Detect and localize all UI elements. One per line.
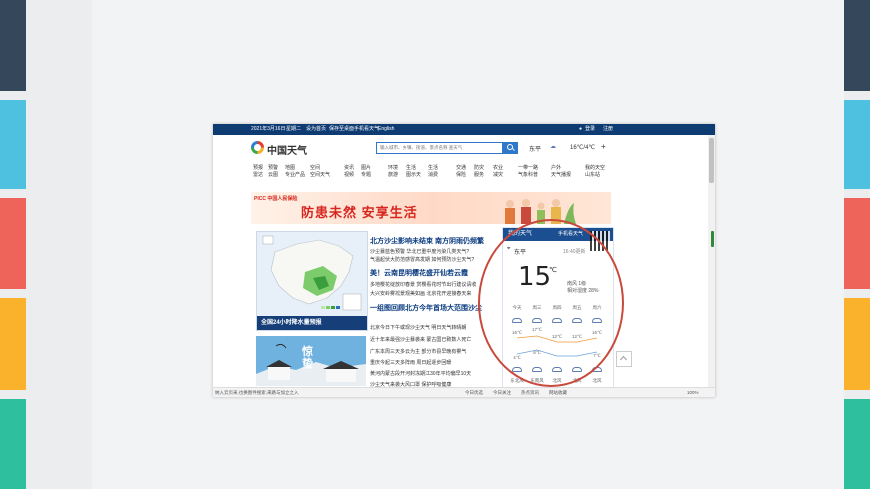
news-item[interactable]: 沙尘暴蓝色预警 华北已重中度污染几类天气?	[370, 248, 469, 255]
header-temperature: 16℃/4℃	[570, 145, 596, 151]
nav-item[interactable]: 图片 专题	[361, 165, 371, 179]
nav-item[interactable]: 一带一路 气象科普	[518, 165, 538, 179]
left-red-block	[0, 198, 26, 289]
set-home-link[interactable]: 设为首页	[306, 124, 326, 135]
nav-item[interactable]: 防灾 服务	[474, 165, 484, 179]
mobile-weather-link[interactable]: 手机看天气	[354, 124, 379, 135]
nav-item[interactable]: 资讯 视频	[344, 165, 354, 179]
wind-direction: 北风	[592, 378, 602, 383]
news-item[interactable]: 黄河内蒙古段开河封冻期江30年平均偏早10天	[370, 370, 471, 377]
cloud-icon: ☁	[550, 144, 556, 150]
browser-window: 2021年3月16日 星期二 设为首页 保存至桌面 手机看天气 English …	[213, 124, 715, 397]
nav-item[interactable]: 交通 保险	[456, 165, 466, 179]
city-search-input[interactable]	[376, 142, 503, 154]
nav-item[interactable]: 环境 旅游	[388, 165, 398, 179]
map-caption: 全国24小时降水量预报	[257, 316, 367, 330]
news-item[interactable]: 重庆今起三天多阵雨 周日起逐步回暖	[370, 359, 451, 366]
page-side-handle[interactable]	[711, 231, 714, 247]
nav-item[interactable]: 我的天空 山东站	[585, 165, 605, 179]
news-item[interactable]: 广东本周三天多云为主 部分市县早晚有雾气	[370, 348, 466, 355]
left-navy-block	[0, 0, 26, 91]
banner-slogan: 防患未然 安享生活	[301, 205, 418, 220]
nav-item[interactable]: 户外 天气播报	[551, 165, 571, 179]
status-text: 纳入云页采,也换图件搜索,来路与加立之入	[215, 390, 299, 395]
register-link[interactable]: 注册	[603, 124, 613, 135]
save-desktop-link[interactable]: 保存至桌面	[329, 124, 354, 135]
nav-item[interactable]: 生活 消费	[428, 165, 438, 179]
site-logo-text[interactable]: 中国天气	[267, 142, 307, 157]
user-icon[interactable]: ●	[579, 124, 582, 135]
highlight-circle	[478, 219, 624, 387]
status-item[interactable]: 今日关注	[493, 388, 511, 397]
right-orange-block	[844, 298, 870, 390]
login-link[interactable]: 登录	[585, 124, 595, 135]
left-teal-block	[0, 399, 26, 489]
site-header: 中国天气 东平 ☁ 16℃/4℃ + 预报 雷达 预警 云图 地图 专业产品 空…	[213, 135, 715, 187]
weekday-text: 星期二	[286, 126, 302, 132]
right-red-block	[844, 198, 870, 289]
scrollbar-thumb[interactable]	[709, 138, 714, 183]
page-scrollbar[interactable]	[708, 135, 715, 387]
nav-item[interactable]: 预警 云图	[268, 165, 278, 179]
date-text: 2021年3月16日	[251, 126, 286, 132]
add-city-button[interactable]: +	[601, 142, 606, 151]
right-navy-block	[844, 0, 870, 91]
current-city[interactable]: 东平	[529, 144, 541, 153]
search-button[interactable]	[503, 142, 518, 154]
news-item[interactable]: 大兴安岭雾凇景观美如画 北京花开迎接春天来	[370, 290, 471, 297]
news-item[interactable]: 近十年来最强沙尘暴袭来 蒙古国已致数人死亡	[370, 336, 471, 343]
status-item[interactable]: 网站收藏	[549, 388, 567, 397]
right-cyan-block	[844, 100, 870, 189]
nav-item[interactable]: 生活 图示天	[406, 165, 421, 179]
news-item[interactable]: 北京今日下午或现沙尘天气 明日天气转晴朗	[370, 324, 466, 331]
weather-logo-icon[interactable]	[251, 141, 264, 154]
site-top-bar: 2021年3月16日 星期二 设为首页 保存至桌面 手机看天气 English …	[213, 124, 715, 135]
picc-logo: PICC 中国人民保险	[254, 196, 298, 202]
nav-item[interactable]: 空间 空间天气	[310, 165, 330, 179]
headline-1[interactable]: 北方沙尘影响未结束 南方阴雨仍频繁	[370, 236, 484, 246]
precipitation-map-card[interactable]: 全国24小时降水量预报	[256, 231, 368, 331]
browser-status-bar: 纳入云页采,也换图件搜索,来路与加立之入 今日优选 今日关注 热点资讯 网站收藏…	[213, 387, 715, 397]
nav-item[interactable]: 农业 减灾	[493, 165, 503, 179]
solar-term-card[interactable]: 惊蛰	[256, 336, 366, 386]
english-link[interactable]: English	[378, 124, 394, 135]
headline-3[interactable]: 一组图回顾北方今年首场大范围沙尘	[370, 303, 482, 313]
solar-term-title: 惊蛰	[302, 346, 313, 370]
back-to-top-button[interactable]	[616, 351, 632, 367]
right-teal-block	[844, 399, 870, 489]
zoom-level[interactable]: 100%	[687, 388, 699, 397]
status-item[interactable]: 今日优选	[465, 388, 483, 397]
nav-item[interactable]: 地图 专业产品	[285, 165, 305, 179]
headline-2[interactable]: 美！云南昆明樱花盛开仙若云霞	[370, 268, 468, 278]
nav-item[interactable]: 预报 雷达	[253, 165, 263, 179]
status-item[interactable]: 热点资讯	[521, 388, 539, 397]
left-orange-block	[0, 298, 26, 390]
news-item[interactable]: 多地樱花绽放印春景 赏樱看花时节出行建议请收	[370, 281, 476, 288]
china-map-image	[262, 235, 362, 311]
news-item[interactable]: 气温起伏大防范感冒高发期 如何预防沙尘天气?	[370, 256, 474, 263]
left-cyan-block	[0, 100, 26, 189]
